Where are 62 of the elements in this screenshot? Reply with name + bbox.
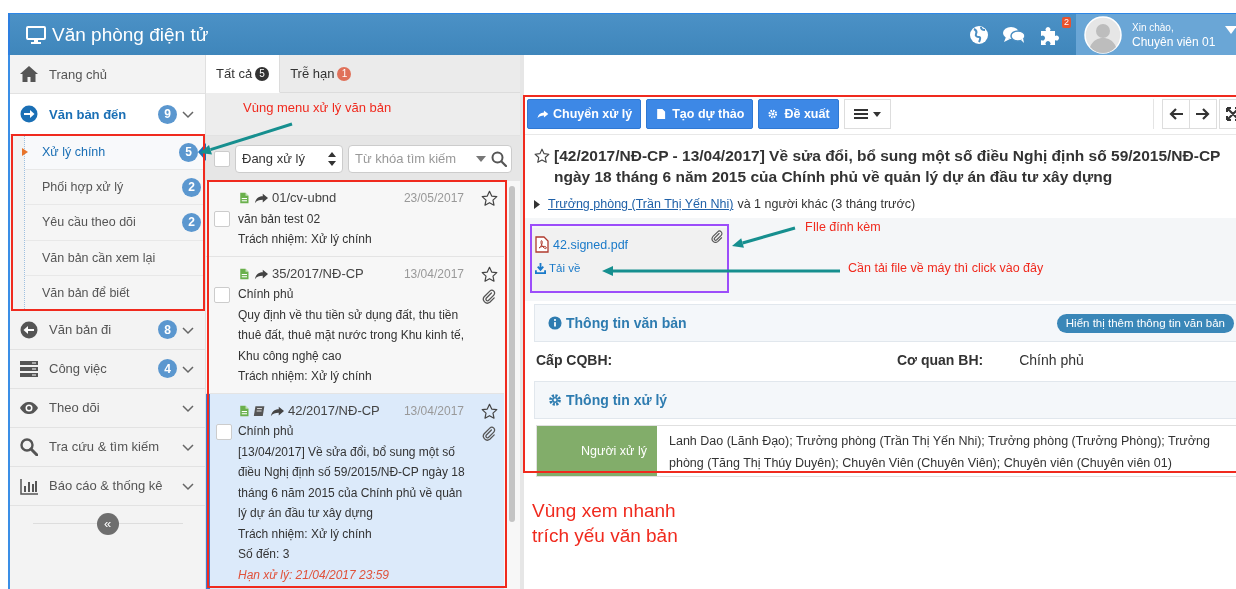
deadline-text: Hạn xử lý: 21/04/2017 23:59 [238, 566, 391, 584]
greeting: Xin chào, [1132, 20, 1175, 35]
sender-line: Trưởng phòng (Trần Thị Yến Nhi) và 1 người khác (3 tháng trước) [548, 196, 916, 213]
collapse-button[interactable]: « [96, 512, 119, 535]
count-badge: 8 [158, 320, 177, 340]
annotation-text: Cần tải file về máy thì click vào đây [848, 261, 1044, 275]
document-summary: Quy định về thu tiền sử dụng đất, thu tiền thuê đất, thuê mặt nước trong Khu kinh tế, Khu công nghệ cao [238, 306, 466, 365]
document-title: [42/2017/NĐ-CP - 13/04/2017] Về sửa đổi, bổ sung một số điều Nghị định số 59/2015/NĐ-CP ngày 18 tháng 6 năm 2015 của Chính phủ về quản lý dự án đầu tư xây dựng [554, 146, 1222, 187]
submenu-item[interactable]: Yêu cầu theo dõi 2 [25, 205, 205, 241]
field-label: Cơ quan BH: [897, 352, 984, 368]
submenu-item[interactable]: Phối hợp xử lý 2 [25, 170, 205, 206]
document-date: 23/05/2017 [403, 190, 464, 207]
annotation-text: Vùng menu xử lý văn bản [243, 100, 392, 115]
sidebar-item[interactable]: Báo cáo & thống kê [10, 466, 205, 506]
document-number: 35/2017/NĐ-CP [272, 264, 364, 283]
field-value: Chính phủ [1019, 352, 1084, 368]
tab[interactable]: Tất cả 5 [206, 55, 281, 93]
document-item[interactable]: 01/cv-ubnd 23/05/2017 văn bản test 02 Trách nhiệm: Xử lý chính [206, 181, 504, 257]
annotation-text: Vùng xem nhanh trích yếu văn bản [532, 499, 679, 548]
count-badge: 5 [179, 142, 198, 162]
show-more-button[interactable]: Hiển thị thêm thông tin văn bản [1056, 313, 1234, 333]
document-number: 42/2017/NĐ-CP [288, 401, 380, 420]
document-responsibility: Trách nhiệm: Xử lý chính [238, 231, 373, 248]
search-field[interactable]: Từ khóa tìm kiếm [348, 144, 512, 173]
section-title: Thông tin văn bản [566, 315, 687, 331]
document-date: 13/04/2017 [403, 402, 464, 420]
action-button[interactable]: Tạo dự thảo [646, 99, 754, 129]
status-select[interactable]: Đang xử lý [235, 144, 343, 173]
table-cell-text: Lanh Dao (Lãnh Đạo); Trưởng phòng (Trần Thị Yến Nhi); Trưởng phòng (Trưởng Phòng); Trưởng phòng (Tăng Thị Thúy Duyên); Chuyên Viên (Chuyên Viên); Chuyên viên (Chuyên viên 01) [668, 433, 1211, 472]
sender-link[interactable]: Trưởng phòng (Trần Thị Yến Nhi) [548, 197, 734, 211]
attachment-link[interactable]: 42.signed.pdf [553, 237, 629, 252]
document-summary: văn bản test 02 [238, 210, 322, 228]
document-item[interactable]: 35/2017/NĐ-CP 13/04/2017 Chính phủ Quy định về thu tiền sử dụng đất, thu tiền thuê đất, thuê mặt nước trong Khu kinh tế, Khu công nghệ cao Trách nhiệm: Xử lý chính [206, 256, 504, 394]
action-button[interactable]: Chuyển xử lý [527, 99, 642, 129]
document-sender: Chính phủ [238, 286, 295, 303]
app-title: Văn phòng điện tử [52, 23, 209, 46]
count-badge: 9 [158, 104, 177, 124]
count-badge: 2 [182, 212, 201, 232]
field-label: Cấp CQBH: [536, 352, 613, 368]
table-header-cell: Người xử lý [537, 426, 657, 476]
document-responsibility: Trách nhiệm: Xử lý chính [238, 525, 373, 543]
user-name: Chuyên viên 01 [1132, 34, 1216, 49]
annotation-text: FIle đính kèm [805, 220, 881, 234]
document-responsibility: Trách nhiệm: Xử lý chính [238, 368, 373, 385]
submenu-item[interactable]: Xử lý chính 5 [25, 135, 205, 171]
incoming-number: Số đến: 3 [238, 546, 291, 563]
sidebar-item[interactable]: Theo dõi [10, 388, 205, 428]
sidebar-item[interactable]: Văn bản đi 8 [10, 310, 205, 350]
count-badge: 2 [182, 177, 201, 197]
count-badge: 1 [337, 66, 352, 81]
count-badge: 4 [158, 359, 177, 379]
document-number: 01/cv-ubnd [272, 189, 337, 207]
document-sender: Chính phủ [238, 423, 295, 440]
document-summary: [13/04/2017] Về sửa đổi, bổ sung một số điều Nghị định số 59/2015/NĐ-CP ngày 18 tháng 6 năm 2015 của Chính phủ về quản lý dự án đầu tư xây dựng [238, 443, 466, 522]
count-badge: 5 [255, 66, 270, 81]
document-date: 13/04/2017 [403, 265, 464, 283]
download-link[interactable]: Tải về [535, 262, 581, 274]
action-button[interactable]: Đề xuất [758, 99, 839, 129]
notification-badge: 2 [1062, 16, 1071, 28]
sidebar-item[interactable]: Văn bản đến 9 [10, 94, 205, 135]
sidebar-item[interactable]: Công việc 4 [10, 349, 205, 389]
section-title: Thông tin xử lý [566, 392, 668, 408]
